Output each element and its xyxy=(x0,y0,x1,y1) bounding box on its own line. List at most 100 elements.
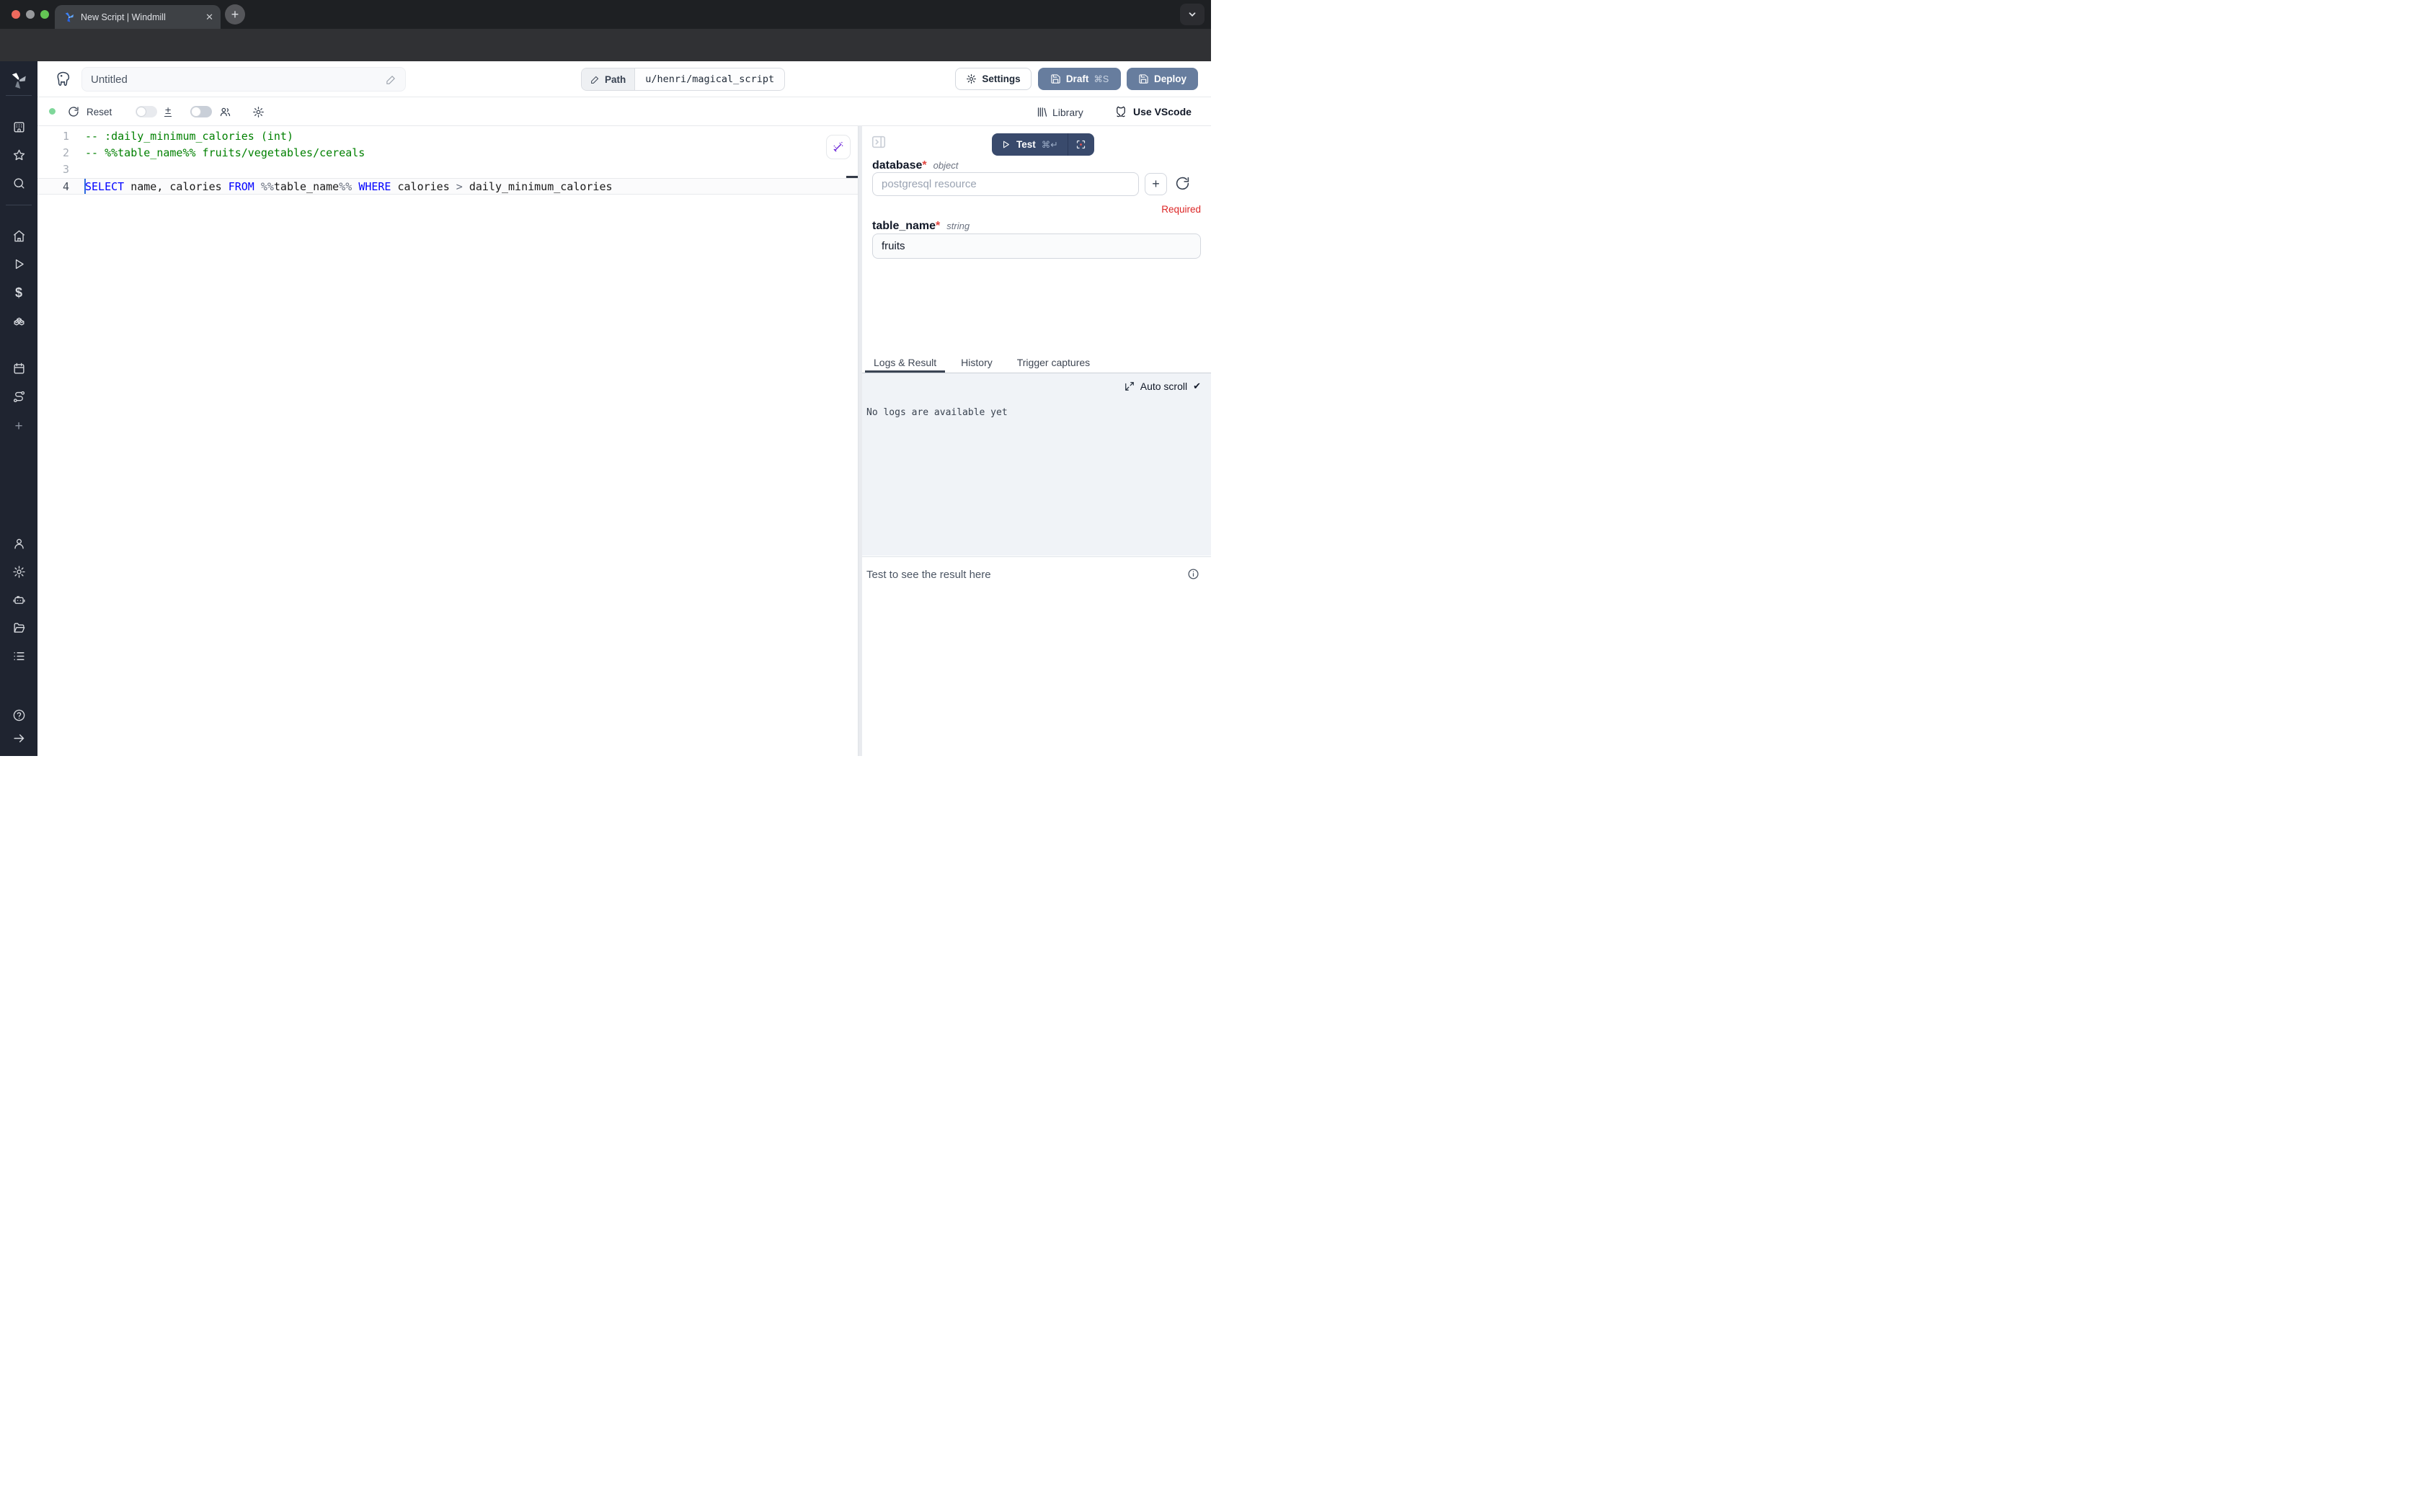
result-placeholder: Test to see the result here xyxy=(866,569,991,581)
sidebar-item-help-icon[interactable] xyxy=(0,708,37,722)
sidebar-item-workers-robot-icon[interactable] xyxy=(0,593,37,607)
line-number: 3 xyxy=(37,161,69,178)
close-window-button[interactable] xyxy=(12,10,20,19)
code-text: -- :daily_minimum_calories (int) xyxy=(85,128,293,145)
settings-button[interactable]: Settings xyxy=(955,68,1032,90)
draft-button[interactable]: Draft ⌘S xyxy=(1038,68,1121,90)
sidebar-item-add-plus-icon[interactable]: + xyxy=(0,419,37,435)
required-note: Required xyxy=(1161,204,1201,215)
minimize-window-button[interactable] xyxy=(26,10,35,19)
vscode-icon[interactable] xyxy=(1114,105,1127,118)
postgresql-elephant-icon xyxy=(55,71,72,88)
tab-trigger-captures[interactable]: Trigger captures xyxy=(1008,357,1099,373)
sidebar-divider xyxy=(6,95,32,96)
logs-empty-message: No logs are available yet xyxy=(866,407,1008,418)
editor-settings-gear-icon[interactable] xyxy=(252,106,265,118)
text-cursor xyxy=(84,179,86,194)
tab-history[interactable]: History xyxy=(952,357,1001,373)
script-name-input[interactable]: Untitled xyxy=(81,67,406,92)
tab-logs-result[interactable]: Logs & Result xyxy=(865,357,945,373)
edit-pencil-icon[interactable] xyxy=(386,74,396,85)
script-header: Untitled Path u/henri/magical_script Set… xyxy=(37,61,1211,97)
save-icon xyxy=(1050,74,1061,84)
sidebar-item-runs-play-icon[interactable] xyxy=(0,257,37,271)
collab-toggle[interactable] xyxy=(190,106,212,117)
path-value: u/henri/magical_script xyxy=(635,68,784,90)
line-number: 4 xyxy=(37,179,69,195)
draft-label: Draft xyxy=(1066,74,1089,84)
editor-toolbar: Reset ± Library Use VScode xyxy=(37,97,1211,126)
new-tab-button[interactable]: + xyxy=(225,4,245,25)
play-icon xyxy=(1001,140,1011,149)
settings-gear-icon xyxy=(966,74,977,84)
sidebar-item-routes-icon[interactable] xyxy=(0,390,37,404)
reset-refresh-icon[interactable] xyxy=(68,106,79,117)
autoscroll-control[interactable]: Auto scroll ✔ xyxy=(1124,381,1201,392)
test-label: Test xyxy=(1016,139,1036,150)
browser-tab[interactable]: New Script | Windmill ✕ xyxy=(55,5,221,29)
code-text: SELECT name, calories FROM %%table_name%… xyxy=(85,179,613,195)
save-icon xyxy=(1138,74,1149,84)
info-icon[interactable] xyxy=(1187,568,1199,580)
result-tabs: Logs & Result History Trigger captures xyxy=(865,357,1211,373)
settings-label: Settings xyxy=(982,74,1020,84)
tab-title: New Script | Windmill xyxy=(81,12,200,22)
code-line[interactable]: 1-- :daily_minimum_calories (int) xyxy=(37,128,858,145)
code-editor[interactable]: 1-- :daily_minimum_calories (int)2-- %%t… xyxy=(37,126,858,756)
zoom-window-button[interactable] xyxy=(40,10,49,19)
sidebar-item-variables-dollar-icon[interactable]: $ xyxy=(0,285,37,301)
overview-ruler-mark xyxy=(846,176,858,178)
ai-wand-button[interactable] xyxy=(826,135,851,159)
sidebar-item-user-icon[interactable] xyxy=(0,537,37,551)
tab-close-icon[interactable]: ✕ xyxy=(205,12,213,23)
draft-shortcut: ⌘S xyxy=(1094,74,1109,84)
run-panel: Test ⌘↵ database*object + Required table… xyxy=(862,126,1211,756)
plus-minus-icon[interactable]: ± xyxy=(164,106,172,117)
collaborators-people-icon[interactable] xyxy=(219,106,231,118)
diff-toggle[interactable] xyxy=(136,106,157,117)
sidebar-item-settings-gear-icon[interactable] xyxy=(0,565,37,579)
tab-search-chevron-icon[interactable] xyxy=(1180,4,1205,25)
database-type: object xyxy=(933,160,959,171)
required-star: * xyxy=(936,220,940,232)
logs-pane: Auto scroll ✔ No logs are available yet xyxy=(862,373,1211,556)
deploy-button[interactable]: Deploy xyxy=(1127,68,1198,90)
capture-focus-button[interactable] xyxy=(1068,133,1094,156)
database-resource-input[interactable] xyxy=(872,172,1139,196)
expand-icon[interactable] xyxy=(1124,381,1135,391)
database-field-label: database*object xyxy=(872,159,958,172)
sidebar-item-audit-logs-list-icon[interactable] xyxy=(0,649,37,663)
test-button[interactable]: Test ⌘↵ xyxy=(992,133,1068,156)
library-label[interactable]: Library xyxy=(1052,107,1083,118)
code-text: -- %%table_name%% fruits/vegetables/cere… xyxy=(85,145,365,161)
table-name-field-label: table_name*string xyxy=(872,220,970,233)
sidebar-item-folders-icon[interactable] xyxy=(0,621,37,635)
path-pencil-icon xyxy=(590,75,600,84)
sidebar-item-home-icon[interactable] xyxy=(0,229,37,243)
sidebar-item-schedules-calendar-icon[interactable] xyxy=(0,362,37,375)
library-icon[interactable] xyxy=(1036,106,1048,118)
code-line[interactable]: 4 SELECT name, calories FROM %%table_name… xyxy=(37,178,858,195)
reset-label[interactable]: Reset xyxy=(86,107,112,117)
add-resource-button[interactable]: + xyxy=(1145,173,1167,195)
browser-titlebar: New Script | Windmill ✕ + xyxy=(0,0,1211,29)
sidebar-item-search-icon[interactable] xyxy=(0,177,37,190)
sidebar-item-favorites-star-icon[interactable] xyxy=(0,148,37,162)
windmill-logo[interactable] xyxy=(0,71,37,90)
screen: New Script | Windmill ✕ + app.windmill.d… xyxy=(0,0,1211,756)
table-name-input[interactable] xyxy=(872,234,1201,259)
sidebar-item-workspace[interactable] xyxy=(0,120,37,134)
result-pane: Test to see the result here xyxy=(862,556,1211,756)
sidebar-expand-arrow-icon[interactable] xyxy=(0,731,37,745)
deploy-label: Deploy xyxy=(1154,74,1186,84)
code-line[interactable]: 2-- %%table_name%% fruits/vegetables/cer… xyxy=(37,145,858,161)
code-line[interactable]: 3 xyxy=(37,161,858,178)
use-vscode-label[interactable]: Use VScode xyxy=(1133,106,1192,117)
check-icon: ✔ xyxy=(1193,381,1201,392)
sidebar-item-resources-boxes-icon[interactable] xyxy=(0,313,37,327)
required-star: * xyxy=(922,159,926,172)
refresh-resources-icon[interactable] xyxy=(1175,176,1190,191)
collapse-panel-icon[interactable] xyxy=(871,134,887,150)
path-chip[interactable]: Path u/henri/magical_script xyxy=(581,68,785,91)
test-button-group: Test ⌘↵ xyxy=(992,133,1094,156)
